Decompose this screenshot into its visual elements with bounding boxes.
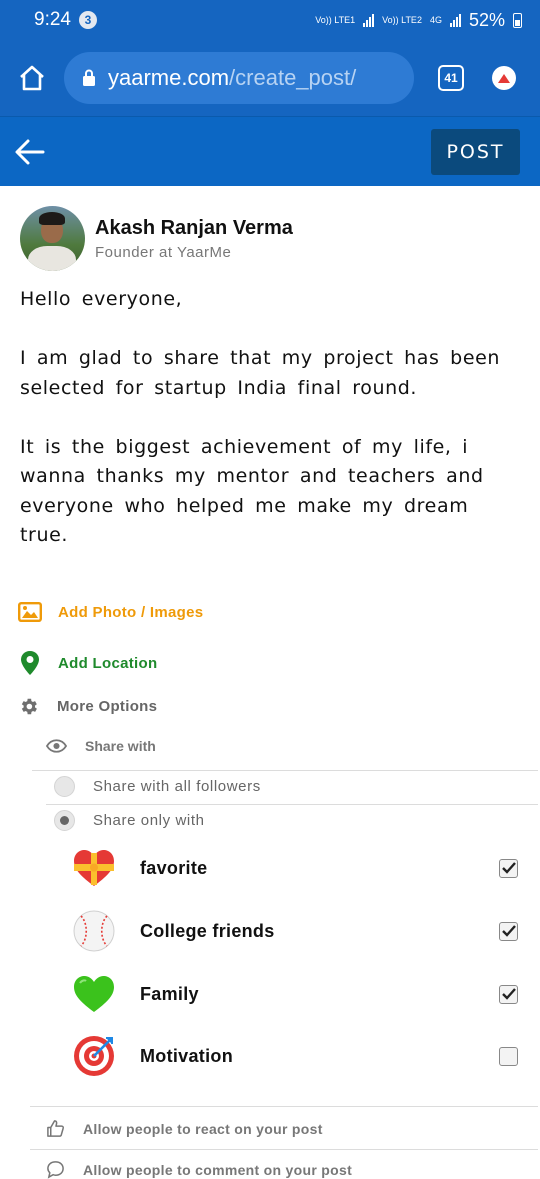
group-name: Family — [140, 983, 199, 1004]
browser-toolbar: yaarme.com/create_post/ 41 — [0, 40, 540, 116]
author-role: Founder at YaarMe — [95, 243, 232, 261]
green-heart-icon — [72, 972, 116, 1016]
group-checkbox-college-friends[interactable] — [499, 921, 518, 941]
location-pin-icon — [21, 651, 39, 675]
app-header: POST — [0, 116, 540, 186]
divider — [46, 804, 538, 805]
clock: 9:24 — [34, 9, 71, 30]
add-photo-button[interactable]: Add Photo / Images — [18, 602, 203, 622]
tab-switcher-button[interactable]: 41 — [438, 65, 464, 91]
group-checkbox-favorite[interactable] — [499, 858, 518, 878]
group-checkbox-motivation[interactable] — [499, 1046, 518, 1066]
post-paragraph: Hello everyone, — [20, 288, 183, 310]
image-icon — [18, 602, 42, 622]
author-header: Akash Ranjan Verma Founder at YaarMe — [0, 186, 540, 271]
group-name: College friends — [140, 920, 275, 941]
add-location-label: Add Location — [58, 654, 158, 672]
back-arrow-icon[interactable] — [12, 134, 48, 170]
post-paragraph: It is the biggest achievement of my life… — [20, 435, 484, 547]
heart-ribbon-icon — [72, 846, 116, 890]
more-options-toggle[interactable]: More Options — [18, 696, 157, 717]
share-with-label: Share with — [85, 738, 156, 754]
divider — [30, 1149, 538, 1150]
divider — [32, 770, 538, 771]
battery-percent: 52% — [468, 9, 505, 30]
group-checkbox-family[interactable] — [499, 984, 518, 1004]
allow-react-label: Allow people to react on your post — [83, 1120, 323, 1137]
thumbs-up-icon — [47, 1120, 65, 1137]
battery-icon — [513, 12, 522, 28]
target-icon — [72, 1034, 116, 1078]
sim1-label: Vo)) LTE1 — [315, 14, 356, 25]
status-icons: Vo)) LTE1 Vo)) LTE2 4G 52% — [315, 10, 522, 31]
post-text-area[interactable]: Hello everyone, I am glad to share that … — [0, 271, 540, 551]
sim2-label: Vo)) LTE2 — [382, 14, 422, 25]
group-name: favorite — [140, 857, 208, 878]
divider — [30, 1106, 538, 1107]
url-host: yaarme.com — [108, 65, 230, 90]
group-row-favorite[interactable]: favorite — [72, 846, 518, 890]
status-bar: 9:24 3 Vo)) LTE1 Vo)) LTE2 4G 52% — [0, 0, 540, 40]
lock-icon — [83, 69, 95, 86]
allow-react-option[interactable]: Allow people to react on your post — [46, 1119, 323, 1138]
group-row-motivation[interactable]: Motivation — [72, 1034, 518, 1078]
author-name[interactable]: Akash Ranjan Verma — [95, 217, 293, 240]
avatar[interactable] — [20, 206, 85, 271]
add-location-button[interactable]: Add Location — [20, 650, 157, 676]
add-photo-label: Add Photo / Images — [58, 603, 204, 621]
share-all-label: Share with all followers — [93, 778, 261, 795]
more-options-label: More Options — [57, 698, 158, 715]
share-all-option[interactable]: Share with all followers — [54, 776, 261, 797]
share-only-option[interactable]: Share only with — [54, 810, 205, 831]
share-only-label: Share only with — [93, 812, 205, 829]
notification-count-badge: 3 — [78, 11, 97, 29]
group-row-college-friends[interactable]: College friends — [72, 909, 518, 953]
radio-share-only[interactable] — [54, 810, 75, 831]
share-with-header: Share with — [46, 738, 156, 754]
url-path: /create_post/ — [229, 65, 357, 90]
network-type: 4G — [429, 14, 442, 25]
radio-share-all[interactable] — [54, 776, 75, 797]
address-bar[interactable]: yaarme.com/create_post/ — [64, 52, 414, 104]
signal-icon — [363, 13, 375, 27]
group-name: Motivation — [140, 1045, 233, 1066]
signal-icon — [449, 13, 461, 27]
home-icon[interactable] — [18, 64, 46, 92]
gear-icon — [21, 698, 37, 715]
baseball-icon — [72, 909, 116, 953]
update-icon[interactable] — [492, 66, 516, 90]
post-button[interactable]: POST — [431, 128, 520, 175]
eye-icon — [46, 739, 67, 753]
post-paragraph: I am glad to share that my project has b… — [20, 347, 501, 399]
group-row-family[interactable]: Family — [72, 972, 518, 1016]
